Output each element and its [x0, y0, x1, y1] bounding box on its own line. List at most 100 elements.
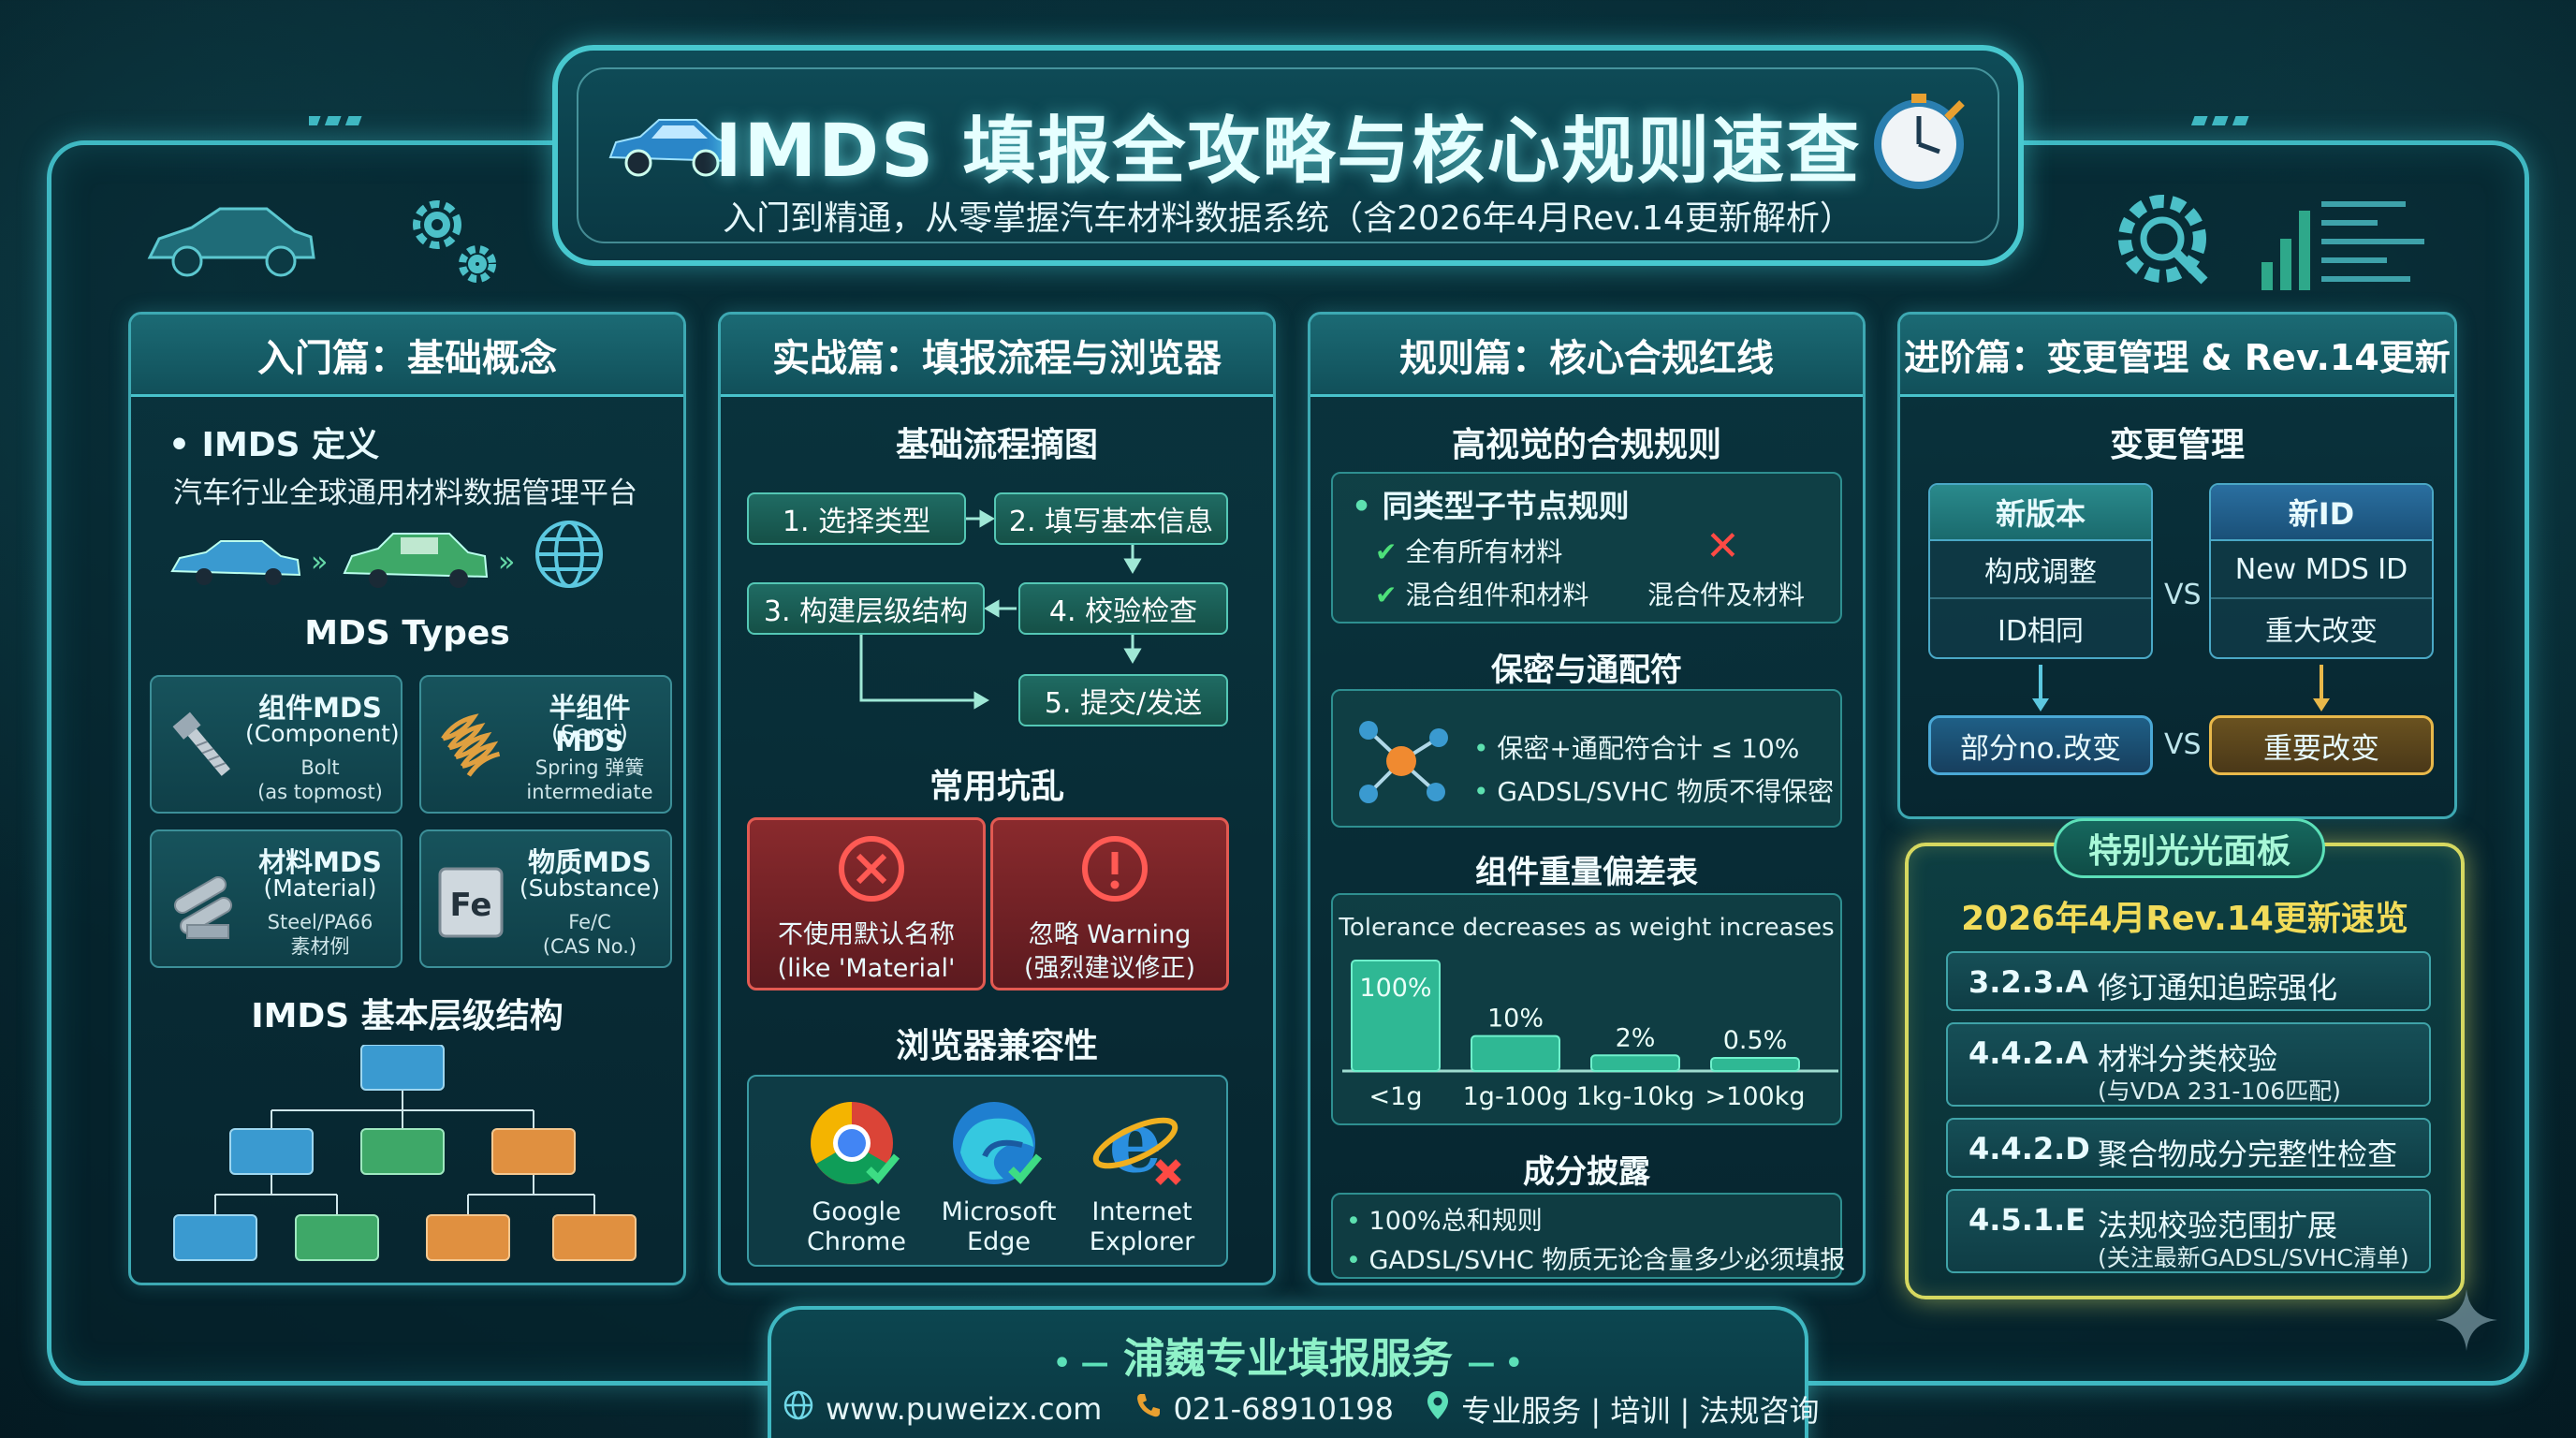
browsers-title: 浏览器兼容性: [895, 1027, 1098, 1065]
rev-code: 4.5.1.E: [1969, 1202, 2086, 1238]
bar-category-label: 1kg-10kg: [1576, 1082, 1695, 1111]
type-example-text: Fe/C: [568, 911, 611, 933]
bar-stats-icon: [2261, 201, 2424, 290]
internet-explorer-icon: e: [1092, 1096, 1181, 1190]
tolerance-chart-box: Tolerance decreases as weight increases …: [1331, 893, 1842, 1125]
vs-label: VS: [2164, 579, 2202, 611]
footer-title: • — 浦巍专业填报服务 — •: [771, 1325, 1805, 1385]
hierarchy-tree-diagram: [173, 1045, 637, 1261]
bar-category-label: <1g: [1369, 1082, 1423, 1111]
confidential-box: • 保密+通配符合计 ≤ 10% • GADSL/SVHC 物质不得保密: [1331, 689, 1842, 828]
tree-node: [360, 1128, 445, 1175]
pitfall-line1: 不使用默认名称: [778, 920, 955, 949]
type-note-text: intermediate: [526, 781, 653, 803]
mds-type-semi: 半组件MDS (Semi) Spring 弹簧 intermediate: [419, 675, 672, 814]
imds-definition-title: • IMDS 定义: [168, 426, 380, 464]
tolerance-bar: [1710, 1057, 1800, 1072]
type-example: Bolt (as topmost): [245, 756, 395, 804]
major-change-pill: 重要改变: [2209, 715, 2434, 775]
sibling-rule-box: • 同类型子节点规则 ✔ 全有所有材料 ✔ 混合组件和材料 ✕ 混合件及材料: [1331, 472, 1842, 624]
rev-desc: 聚合物成分完整性检查: [2098, 1137, 2398, 1172]
browser-line2: Explorer: [1089, 1227, 1195, 1256]
rev14-special-panel: 特别光光面板 2026年4月Rev.14更新速览 3.2.3.A 修订通知追踪强…: [1905, 818, 2465, 1299]
panel-advanced: 进阶篇：变更管理 & Rev.14更新 变更管理 新版本 构成调整 ID相同 V…: [1897, 312, 2457, 819]
type-example: Spring 弹簧 intermediate: [515, 756, 665, 804]
confidential-item-2: • GADSL/SVHC 物质不得保密: [1473, 776, 1835, 807]
sparkle-icon: [2436, 1289, 2497, 1351]
bar-category-label: >100kg: [1705, 1082, 1806, 1111]
rev-item-4-5-1-e: 4.5.1.E 法规校验范围扩展 (关注最新GADSL/SVHC清单): [1946, 1189, 2431, 1273]
tree-leaf-node: [552, 1214, 637, 1261]
bar-value-label: 0.5%: [1723, 1026, 1788, 1055]
svg-text:»: »: [498, 546, 515, 579]
pitfall-ignore-warning: 忽略 Warning (强烈建议修正): [990, 817, 1229, 990]
type-example-text: Bolt: [300, 756, 340, 779]
phone-number[interactable]: 021-68910198: [1174, 1391, 1395, 1427]
tolerance-bar: [1471, 1034, 1560, 1073]
pitfall-text: 忽略 Warning (强烈建议修正): [993, 918, 1226, 986]
type-note-text: (as topmost): [257, 781, 383, 803]
composition-text: GADSL/SVHC 物质无论含量多少必须填报: [1368, 1246, 1846, 1275]
footer-contact-row: www.puweizx.com 021-68910198 专业服务 | 培训 |…: [771, 1387, 1819, 1431]
rev-code: 3.2.3.A: [1969, 964, 2089, 1000]
rev-desc: 修订通知追踪强化: [2098, 970, 2338, 1005]
rev-code: 4.4.2.D: [1969, 1131, 2090, 1167]
website-link[interactable]: www.puweizx.com: [826, 1391, 1102, 1427]
panel-practice: 实战篇：填报流程与浏览器 基础流程摘图 1. 选择类型 2. 填写基本信息 3.…: [718, 312, 1276, 1285]
services-text: 专业服务 | 培训 | 法规咨询: [1461, 1393, 1820, 1429]
browser-line1: Google: [812, 1197, 901, 1226]
car-flow-illustration: » »: [170, 521, 603, 588]
type-en: (Component): [245, 720, 400, 747]
tree-leaf-node: [295, 1214, 379, 1261]
rev-item-4-4-2-d: 4.4.2.D 聚合物成分完整性检查: [1946, 1118, 2431, 1178]
pitfall-line1: 忽略 Warning: [1028, 920, 1192, 949]
type-note-text: 素材例: [290, 935, 350, 958]
panel-basics: 入门篇：基础概念 • IMDS 定义 汽车行业全球通用材料数据管理平台 » » …: [128, 312, 686, 1285]
gear-search-icon: [2118, 195, 2208, 285]
tree-node: [229, 1128, 314, 1175]
pitfall-text: 不使用默认名称 (like 'Material': [750, 918, 983, 986]
page-title: IMDS 填报全攻略与核心规则速查: [714, 110, 1862, 194]
panel-rules-heading: 规则篇：核心合规红线: [1310, 315, 1863, 397]
browser-line1: Microsoft: [941, 1197, 1057, 1226]
new-version-row: 构成调整: [1930, 541, 2151, 599]
tree-node: [491, 1128, 576, 1175]
browser-line2: Chrome: [807, 1227, 906, 1256]
panel-rules: 规则篇：核心合规红线 高视觉的合规规则 • 同类型子节点规则 ✔ 全有所有材料 …: [1308, 312, 1866, 1285]
flow-step-4: 4. 校验检查: [1018, 582, 1228, 635]
browser-line1: Internet: [1091, 1197, 1193, 1226]
new-id-column: 新ID New MDS ID 重大改变: [2209, 483, 2434, 659]
check-icon: ✔: [1375, 580, 1398, 610]
vs-label-2: VS: [2164, 728, 2202, 761]
fe-element-icon: Fe: [438, 867, 504, 938]
new-id-row: New MDS ID: [2211, 541, 2432, 599]
change-mgmt-title: 变更管理: [2109, 426, 2245, 464]
special-panel-badge: 特别光光面板: [2054, 818, 2325, 878]
type-example: Steel/PA66 素材例: [245, 910, 395, 959]
pitfall-default-name: 不使用默认名称 (like 'Material': [747, 817, 986, 990]
decor-stripes-left: [309, 116, 362, 125]
fe-symbol-text: Fe: [450, 887, 492, 924]
imds-definition-text: 汽车行业全球通用材料数据管理平台: [173, 477, 637, 510]
allowed-item-1: ✔ 全有所有材料: [1375, 532, 1562, 569]
check-icon: ✔: [1375, 536, 1398, 567]
spring-icon: [441, 713, 501, 777]
header-banner: IMDS 填报全攻略与核心规则速查 入门到精通，从零掌握汽车材料数据系统（含20…: [552, 45, 2024, 266]
composition-item-1: • 100%总和规则: [1346, 1207, 1543, 1236]
type-note-text: (CAS No.): [542, 935, 637, 958]
warning-icon: [1082, 836, 1148, 902]
tree-leaf-node: [173, 1214, 257, 1261]
bolt-icon: [172, 712, 230, 776]
rev-code: 4.4.2.A: [1969, 1035, 2089, 1071]
pitfall-line2: (强烈建议修正): [1023, 954, 1196, 983]
cross-icon: ✕: [1705, 522, 1740, 570]
car-silhouette-icon: [147, 207, 315, 277]
new-version-head: 新版本: [1930, 485, 2151, 541]
bar-value-label: 10%: [1487, 1005, 1544, 1034]
pitfall-line2: (like 'Material': [777, 954, 956, 983]
type-example-text: Steel/PA66: [267, 911, 373, 933]
molecule-icon: [1359, 721, 1448, 803]
bar-category-label: 1g-100g: [1463, 1082, 1569, 1111]
hierarchy-title: IMDS 基本层级结构: [251, 997, 564, 1035]
panel-basics-heading: 入门篇：基础概念: [131, 315, 683, 397]
